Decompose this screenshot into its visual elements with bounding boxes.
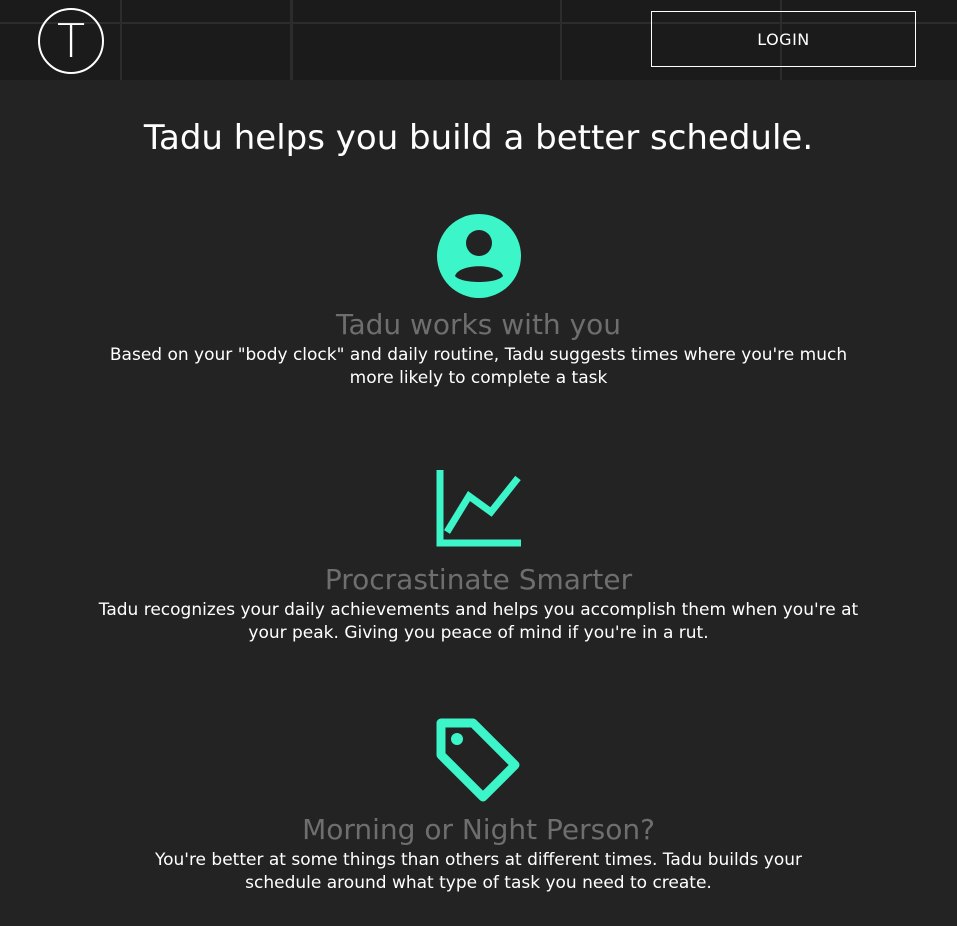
site-header: T LOGIN bbox=[0, 0, 957, 80]
feature-procrastinate-smarter: Procrastinate Smarter Tadu recognizes yo… bbox=[0, 470, 957, 645]
header-background-detail bbox=[560, 0, 562, 80]
tag-icon bbox=[436, 718, 519, 802]
login-button[interactable]: LOGIN bbox=[651, 11, 916, 67]
feature-title: Procrastinate Smarter bbox=[324, 563, 633, 596]
header-background-detail bbox=[120, 0, 122, 80]
tadu-logo[interactable]: T bbox=[38, 8, 104, 74]
user-circle-icon bbox=[436, 214, 521, 298]
feature-works-with-you: Tadu works with you Based on your "body … bbox=[0, 214, 957, 390]
logo-letter: T bbox=[56, 14, 86, 68]
feature-morning-or-night: Morning or Night Person? You're better a… bbox=[0, 717, 957, 895]
feature-title: Morning or Night Person? bbox=[302, 813, 655, 846]
page-title: Tadu helps you build a better schedule. bbox=[143, 118, 814, 158]
feature-description: Tadu recognizes your daily achievements … bbox=[98, 600, 859, 643]
header-background-detail bbox=[290, 0, 293, 80]
feature-description: Based on your "body clock" and daily rou… bbox=[109, 345, 848, 388]
feature-description: You're better at some things than others… bbox=[154, 850, 803, 893]
feature-title: Tadu works with you bbox=[335, 308, 622, 341]
line-chart-icon bbox=[436, 470, 521, 547]
